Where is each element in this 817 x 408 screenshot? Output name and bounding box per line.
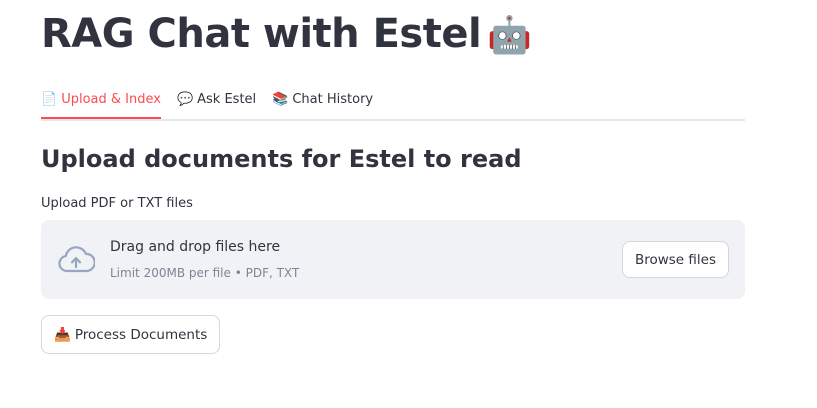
page-title-text: RAG Chat with Estel <box>41 11 482 57</box>
robot-icon: 🤖 <box>487 15 532 56</box>
file-dropzone[interactable]: Drag and drop files here Limit 200MB per… <box>41 220 745 299</box>
tab-chat-history[interactable]: 📚 Chat History <box>272 82 373 117</box>
tab-upload-index[interactable]: 📄 Upload & Index <box>41 82 161 119</box>
tab-label: Ask Estel <box>197 92 257 107</box>
file-uploader-label: Upload PDF or TXT files <box>41 196 193 211</box>
tab-label: Upload & Index <box>61 92 161 107</box>
tab-label: Chat History <box>292 92 374 107</box>
browse-files-button[interactable]: Browse files <box>621 241 729 278</box>
page-title: RAG Chat with Estel 🤖 <box>41 8 532 62</box>
inbox-tray-icon: 📥 <box>54 326 71 343</box>
cloud-upload-icon <box>58 246 95 273</box>
dropzone-limits: Limit 200MB per file • PDF, TXT <box>110 266 300 280</box>
page-icon: 📄 <box>41 92 58 107</box>
tab-bar: 📄 Upload & Index 💬 Ask Estel 📚 Chat Hist… <box>41 82 745 121</box>
dropzone-instructions: Drag and drop files here <box>110 239 281 255</box>
tab-ask-estel[interactable]: 💬 Ask Estel <box>177 82 256 117</box>
process-documents-button[interactable]: 📥 Process Documents <box>41 315 221 354</box>
books-icon: 📚 <box>272 92 289 107</box>
speech-bubble-icon: 💬 <box>176 92 194 107</box>
section-heading: Upload documents for Estel to read <box>41 145 522 173</box>
process-documents-label: Process Documents <box>74 326 208 343</box>
